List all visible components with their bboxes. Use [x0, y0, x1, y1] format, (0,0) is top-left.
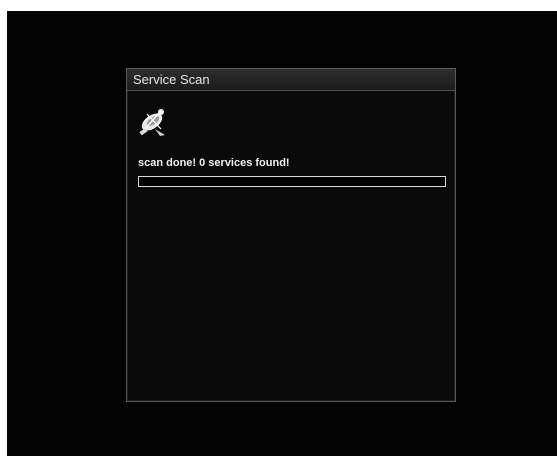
- dialog-title-bar: Service Scan: [127, 69, 455, 91]
- scan-status-text: scan done! 0 services found!: [138, 157, 290, 169]
- service-scan-dialog: Service Scan scan done! 0 services found…: [126, 68, 456, 402]
- dialog-title: Service Scan: [133, 72, 210, 87]
- satellite-dish-icon: [135, 105, 171, 141]
- tv-screen: Service Scan scan done! 0 services found…: [7, 11, 557, 456]
- scan-progress-bar: [138, 176, 446, 187]
